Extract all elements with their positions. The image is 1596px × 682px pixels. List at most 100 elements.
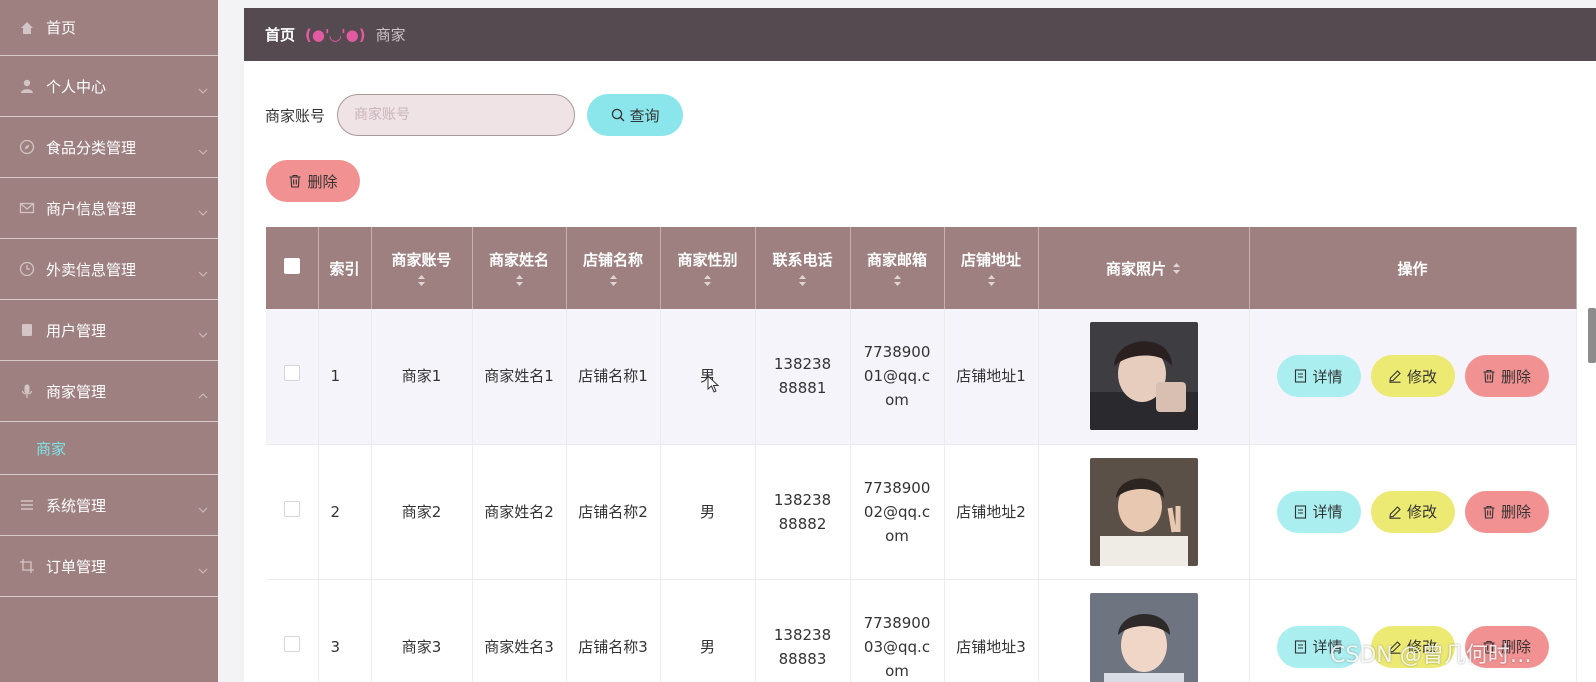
header-email[interactable]: 商家邮箱: [850, 227, 945, 309]
cell-email: 773890003@qq.com: [850, 579, 945, 682]
row-checkbox[interactable]: [283, 500, 300, 517]
cell-email: 773890001@qq.com: [850, 309, 945, 445]
cell-index: 3: [318, 579, 372, 682]
chevron-down-icon: [198, 202, 208, 220]
breadcrumb-separator: (●'◡'●): [305, 25, 366, 44]
detail-button[interactable]: 详情: [1276, 490, 1361, 533]
cell-account: 商家3: [371, 579, 473, 682]
row-checkbox[interactable]: [283, 365, 300, 382]
search-bar: 商家账号 查询: [265, 94, 684, 136]
detail-button[interactable]: 详情: [1276, 355, 1361, 398]
chevron-down-icon: [198, 80, 208, 98]
cell-gender: 男: [660, 579, 756, 682]
query-button-label: 查询: [629, 106, 660, 125]
sidebar-item-order-management[interactable]: 订单管理: [0, 536, 218, 597]
header-actions: 操作: [1249, 227, 1577, 309]
trash-icon: [1483, 370, 1495, 383]
sidebar-item-personal-center[interactable]: 个人中心: [0, 56, 218, 117]
sort-icon: [799, 275, 806, 286]
batch-delete-button[interactable]: 删除: [266, 160, 360, 202]
cell-gender: 男: [660, 444, 756, 580]
header-shop[interactable]: 店铺名称: [566, 227, 661, 309]
cell-email: 773890002@qq.com: [850, 444, 945, 580]
pencil-icon: [1389, 370, 1401, 383]
sidebar-item-merchant-management[interactable]: 商家管理: [0, 361, 218, 422]
clock-icon: [18, 260, 36, 278]
sidebar-item-home[interactable]: 首页: [0, 0, 218, 56]
cell-shop: 店铺名称1: [566, 309, 661, 445]
row-select-cell: [266, 579, 319, 682]
sidebar-item-merchant-info[interactable]: 商户信息管理: [0, 178, 218, 239]
cell-address: 店铺地址1: [944, 309, 1039, 445]
header-index: 索引: [318, 227, 372, 309]
chevron-down-icon: [198, 263, 208, 281]
sidebar-item-label: 用户管理: [46, 321, 107, 340]
edit-button[interactable]: 修改: [1370, 355, 1455, 398]
cell-address: 店铺地址3: [944, 579, 1039, 682]
delete-button[interactable]: 删除: [1464, 490, 1549, 533]
cell-actions: 详情 修改 删除: [1249, 444, 1577, 580]
table-row: 2 商家2 商家姓名2 店铺名称2 男 13823888882 77389000…: [266, 444, 1577, 580]
sidebar-item-user-management[interactable]: 用户管理: [0, 300, 218, 361]
trash-icon: [289, 174, 301, 188]
header-name[interactable]: 商家姓名: [472, 227, 567, 309]
merchant-photo[interactable]: [1089, 322, 1198, 431]
cell-photo: [1038, 309, 1250, 445]
sidebar-item-label: 订单管理: [46, 557, 107, 576]
header-gender[interactable]: 商家性别: [660, 227, 756, 309]
chevron-down-icon: [198, 141, 208, 159]
sidebar-item-takeout-info[interactable]: 外卖信息管理: [0, 239, 218, 300]
chevron-down-icon: [198, 499, 208, 517]
header-photo[interactable]: 商家照片: [1038, 227, 1250, 309]
sort-icon: [515, 275, 523, 286]
compass-icon: [18, 138, 36, 156]
cell-phone: 13823888881: [755, 309, 851, 445]
mouse-cursor-icon: [707, 375, 719, 393]
sidebar-item-food-category[interactable]: 食品分类管理: [0, 117, 218, 178]
merchant-table: 索引 商家账号 商家姓名 店铺名称 商家性别 联系电话 商家邮箱 店铺地址 商家…: [266, 227, 1577, 682]
cell-name: 商家姓名1: [472, 309, 567, 445]
header-address[interactable]: 店铺地址: [944, 227, 1039, 309]
mic-icon: [18, 382, 36, 400]
sort-icon: [987, 275, 995, 286]
sort-icon: [418, 275, 425, 286]
row-checkbox[interactable]: [283, 635, 300, 652]
sidebar-item-system-management[interactable]: 系统管理: [0, 475, 218, 536]
mail-icon: [18, 199, 36, 217]
sidebar-item-label: 个人中心: [46, 77, 107, 96]
merchant-photo[interactable]: [1089, 457, 1198, 566]
breadcrumb-home[interactable]: 首页: [265, 24, 295, 45]
header-account[interactable]: 商家账号: [371, 227, 473, 309]
cell-photo: [1038, 444, 1250, 580]
delete-button[interactable]: 删除: [1464, 355, 1549, 398]
sidebar-subitem-merchant[interactable]: 商家: [0, 422, 218, 475]
chevron-down-icon: [198, 560, 208, 578]
row-select-cell: [266, 444, 319, 580]
trash-icon: [1483, 505, 1495, 519]
home-icon: [18, 19, 36, 37]
sidebar-item-label: 食品分类管理: [46, 138, 137, 157]
table-row: 1 商家1 商家姓名1 店铺名称1 男 13823888881 77389000…: [266, 309, 1577, 445]
sort-icon: [1173, 262, 1180, 274]
sidebar-item-label: 系统管理: [46, 496, 107, 515]
row-select-cell: [266, 309, 319, 445]
document-icon: [1295, 639, 1307, 654]
crop-icon: [18, 557, 36, 575]
select-all-checkbox[interactable]: [283, 258, 300, 274]
document-icon: [1295, 369, 1307, 383]
query-button[interactable]: 查询: [587, 94, 684, 136]
merchant-photo[interactable]: [1089, 592, 1198, 682]
cell-address: 店铺地址2: [944, 444, 1039, 580]
cell-phone: 13823888883: [755, 579, 851, 682]
sort-icon: [893, 275, 901, 286]
search-input[interactable]: [337, 94, 576, 136]
table-header-row: 索引 商家账号 商家姓名 店铺名称 商家性别 联系电话 商家邮箱 店铺地址 商家…: [266, 227, 1577, 309]
edit-button[interactable]: 修改: [1370, 490, 1455, 533]
sidebar: 首页 个人中心 食品分类管理 商户信息管理 外卖信息管理 用户管理 商家管理 商…: [0, 0, 218, 682]
document-icon: [1295, 504, 1307, 519]
cell-photo: [1038, 579, 1250, 682]
batch-delete-label: 删除: [307, 172, 338, 191]
vertical-scrollbar[interactable]: [1588, 308, 1596, 363]
cell-index: 2: [318, 444, 372, 580]
header-phone[interactable]: 联系电话: [755, 227, 851, 309]
